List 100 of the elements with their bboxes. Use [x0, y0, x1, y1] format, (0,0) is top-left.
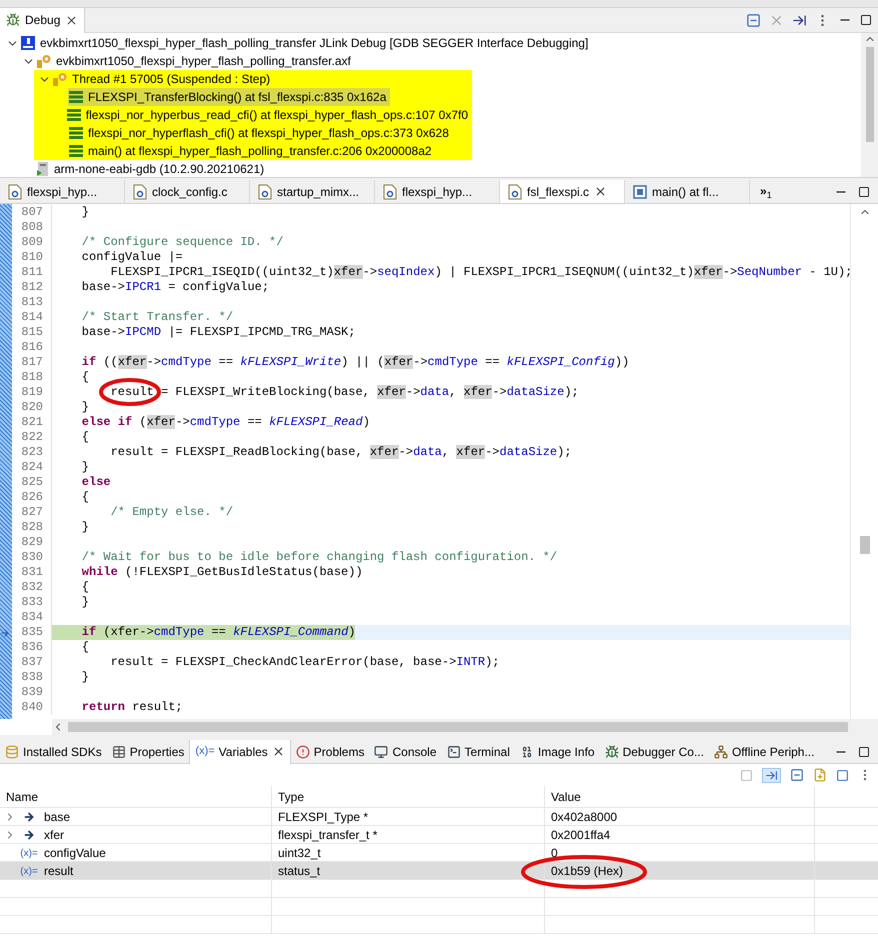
line-number: 825: [20, 475, 44, 490]
code-line: {: [80, 430, 90, 445]
line-number: 839: [20, 685, 44, 700]
line-number: 816: [20, 340, 44, 355]
table-cell-text: 0x2001ffa4: [550, 828, 610, 842]
line-number: 826: [20, 490, 44, 505]
c-file-icon: [133, 184, 147, 200]
scrollbar-thumb[interactable]: [860, 536, 870, 554]
new-expression-icon[interactable]: [813, 768, 827, 782]
code-line: else if (xfer->cmdType == kFLEXSPI_Read): [80, 415, 370, 430]
tree-item[interactable]: evkbimxrt1050_flexspi_hyper_flash_polling_transfer JLink Debug [GDB SEGGER Interface Debugging]: [20, 34, 592, 52]
variable-name: result: [43, 863, 74, 880]
code-line: {: [80, 490, 90, 505]
pointer-icon: [23, 811, 35, 823]
network-icon: [714, 744, 728, 758]
column-header[interactable]: Name: [0, 786, 272, 808]
maximize-icon[interactable]: [860, 14, 872, 26]
stack-frame-icon: [66, 108, 82, 122]
variable-name: xfer: [43, 827, 64, 844]
c-file-icon: [8, 184, 22, 200]
column-header[interactable]: Value: [545, 786, 815, 808]
line-number: 807: [20, 205, 44, 220]
panel-tab[interactable]: Installed SDKs: [0, 740, 107, 764]
line-number: 829: [20, 535, 44, 550]
c-file-icon: [508, 184, 522, 200]
code-line: if ((xfer->cmdType == kFLEXSPI_Write) || (xfer->cmdType == kFLEXSPI_Config)): [80, 355, 630, 370]
editor-tab[interactable]: fsl_flexspi.c: [500, 180, 625, 203]
code-line: return result;: [80, 700, 183, 715]
line-number: 810: [20, 250, 44, 265]
collapse-all-icon[interactable]: [746, 12, 761, 28]
panel-tab[interactable]: Properties: [106, 740, 190, 764]
editor-tab[interactable]: startup_mimx...: [250, 180, 375, 203]
line-number: 814: [20, 310, 44, 325]
variable-icon: (x)=: [195, 743, 215, 760]
scrollbar-thumb[interactable]: [68, 722, 848, 732]
code-line: result = FLEXSPI_CheckAndClearError(base, base->INTR);: [110, 655, 500, 670]
horizontal-scrollbar[interactable]: [52, 719, 878, 735]
pointer-icon: [23, 829, 35, 841]
line-number: 809: [20, 235, 44, 250]
maximize-icon[interactable]: [858, 746, 870, 758]
code-line: while (!FLEXSPI_GetBusIdleStatus(base)): [80, 565, 363, 580]
column-header[interactable]: Type: [272, 786, 545, 808]
line-number: 813: [20, 295, 44, 310]
panel-tab[interactable]: Debugger Co...: [600, 740, 709, 764]
table-cell: FLEXSPI_Type *: [272, 808, 545, 826]
scrollbar-thumb[interactable]: [866, 47, 874, 142]
variable-icon: (x)=: [20, 846, 38, 860]
stack-frame-icon: [68, 90, 84, 104]
line-number: 833: [20, 595, 44, 610]
warning-icon: [296, 744, 310, 758]
code-line: }: [80, 595, 90, 610]
editor-tab[interactable]: flexspi_hyp...: [0, 180, 125, 203]
close-icon[interactable]: [65, 14, 78, 26]
panel-tab[interactable]: Console: [369, 740, 442, 764]
gear-icon: [36, 53, 52, 69]
panel-tab[interactable]: Problems: [290, 740, 370, 764]
close-icon[interactable]: [594, 185, 608, 198]
stack-frame-item[interactable]: main() at flexspi_hyper_flash_polling_transfer.c:206 0x200008a2: [68, 142, 436, 160]
view-tab[interactable]: Debug: [0, 8, 86, 32]
code-line: result = FLEXSPI_WriteBlocking(base, xfer->data, xfer->dataSize);: [110, 385, 579, 400]
table-cell-text: 0x402a8000: [550, 810, 618, 824]
code-line: FLEXSPI_IPCR1_ISEQID((uint32_t)xfer->seqIndex) | FLEXSPI_IPCR1_ISEQNUM((uint32_t)xfer->SeqNumber - 1U);: [110, 265, 850, 280]
database-icon: [5, 744, 19, 758]
code-line: }: [80, 460, 90, 475]
toggle-tool-button[interactable]: [762, 768, 781, 782]
panel-tab[interactable]: Image Info: [514, 740, 600, 764]
close-icon[interactable]: [272, 745, 285, 758]
code-line: /* Start Transfer. */: [80, 310, 234, 325]
line-number: 838: [20, 670, 44, 685]
panel-tab[interactable]: Terminal: [442, 740, 515, 764]
table-cell-text: 0x1b59 (Hex): [550, 864, 624, 878]
code-line: result = FLEXSPI_ReadBlocking(base, xfer->data, xfer->dataSize);: [110, 445, 572, 460]
tree-item[interactable]: evkbimxrt1050_flexspi_hyper_flash_polling_transfer.axf: [36, 52, 355, 70]
code-line: {: [80, 580, 90, 595]
editor-tab[interactable]: main() at fl...: [625, 180, 750, 203]
step-into-icon[interactable]: [792, 12, 807, 28]
panel-tab[interactable]: Offline Periph...: [708, 740, 820, 764]
stack-frame-item[interactable]: flexspi_nor_hyperbus_read_cfi() at flexspi_hyper_flash_ops.c:107 0x7f0: [66, 106, 472, 124]
layout-icon[interactable]: [836, 768, 849, 782]
collapse-all-icon[interactable]: [790, 768, 804, 782]
tree-item[interactable]: Thread #1 57005 (Suspended : Step): [52, 70, 274, 88]
line-number: 836: [20, 640, 44, 655]
gear-icon: [52, 71, 68, 87]
code-line: {: [80, 640, 90, 655]
panel-tab[interactable]: (x)= Variables: [189, 740, 291, 764]
maximize-icon[interactable]: [858, 186, 870, 198]
line-number: 821: [20, 415, 44, 430]
tree-item[interactable]: arm-none-eabi-gdb (10.2.90.20210621): [36, 160, 268, 177]
line-number: 835: [20, 625, 44, 640]
stack-frame-item[interactable]: FLEXSPI_TransferBlocking() at fsl_flexspi.c:835 0x162a: [68, 88, 390, 106]
stack-frame-item[interactable]: flexspi_nor_hyperflash_cfi() at flexspi_hyper_flash_ops.c:373 0x628: [68, 124, 453, 142]
bug-icon: [6, 13, 20, 27]
table-cell: flexspi_transfer_t *: [272, 826, 545, 844]
c-file-icon: [383, 184, 397, 200]
instruction-pointer-icon: [0, 628, 10, 638]
editor-tab[interactable]: clock_config.c: [125, 180, 250, 203]
vertical-scrollbar[interactable]: [861, 33, 878, 177]
editor-tab[interactable]: flexspi_hyp...: [375, 180, 500, 203]
line-number: 822: [20, 430, 44, 445]
code-line: base->IPCMD |= FLEXSPI_IPCMD_TRG_MASK;: [80, 325, 356, 340]
